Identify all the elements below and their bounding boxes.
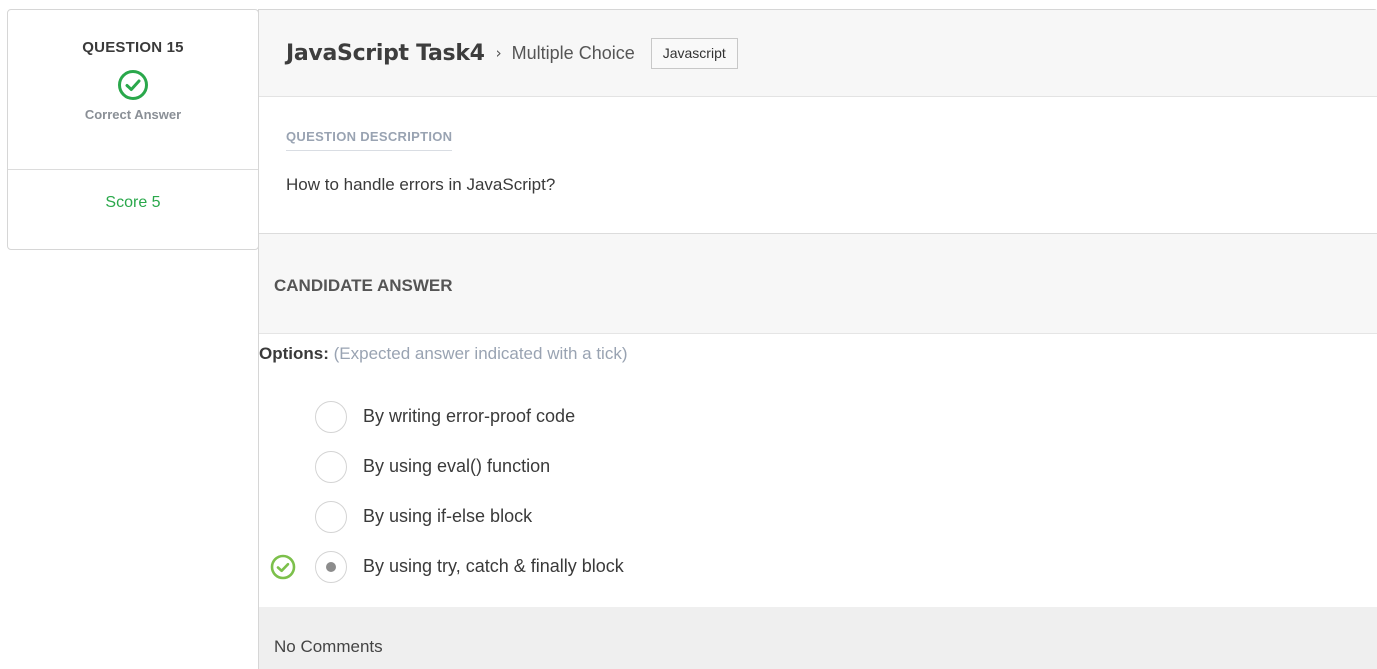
language-tag: Javascript bbox=[650, 37, 738, 69]
option-list: By writing error-proof code By using eva… bbox=[259, 392, 1377, 592]
task-title: JavaScript Task4 bbox=[286, 40, 485, 66]
score-value: Score 5 bbox=[105, 194, 161, 211]
chevron-right-icon: › bbox=[495, 44, 502, 62]
description-heading: QUESTION DESCRIPTION bbox=[286, 129, 453, 151]
question-report: QUESTION 15 Correct Answer Score 5 JavaS… bbox=[0, 0, 1377, 669]
option-text: By using try, catch & finally block bbox=[363, 556, 624, 576]
option-item: By writing error-proof code bbox=[259, 392, 1377, 442]
description-text: How to handle errors in JavaScript? bbox=[286, 175, 556, 194]
option-radio-selected bbox=[315, 551, 347, 583]
question-number: QUESTION 15 bbox=[82, 39, 184, 56]
option-radio bbox=[315, 451, 347, 483]
option-item: By using try, catch & finally block bbox=[259, 542, 1377, 592]
options-hint-text: (Expected answer indicated with a tick) bbox=[333, 344, 628, 363]
options-section: Options: (Expected answer indicated with… bbox=[259, 334, 1377, 606]
comments-section: No Comments bbox=[259, 607, 1377, 669]
expected-answer-check-icon bbox=[270, 554, 296, 580]
check-circle-icon bbox=[118, 70, 148, 100]
candidate-answer-heading: CANDIDATE ANSWER bbox=[259, 234, 1377, 334]
option-text: By using if-else block bbox=[363, 506, 533, 526]
option-radio bbox=[315, 401, 347, 433]
question-summary-card: QUESTION 15 Correct Answer Score 5 bbox=[7, 9, 259, 250]
answer-status: Correct Answer bbox=[84, 107, 182, 122]
option-item: By using if-else block bbox=[259, 492, 1377, 542]
option-text: By using eval() function bbox=[363, 456, 551, 476]
option-radio bbox=[315, 501, 347, 533]
options-label: Options: bbox=[259, 344, 329, 363]
question-header: JavaScript Task4 › Multiple Choice Javas… bbox=[259, 10, 1377, 97]
option-item: By using eval() function bbox=[259, 442, 1377, 492]
options-hint: Options: (Expected answer indicated with… bbox=[259, 334, 1377, 364]
option-text: By writing error-proof code bbox=[363, 406, 576, 426]
question-type: Multiple Choice bbox=[511, 42, 635, 63]
question-status-section: QUESTION 15 Correct Answer bbox=[8, 10, 258, 170]
question-description: QUESTION DESCRIPTION How to handle error… bbox=[259, 97, 1377, 234]
question-detail-panel: JavaScript Task4 › Multiple Choice Javas… bbox=[258, 9, 1377, 669]
